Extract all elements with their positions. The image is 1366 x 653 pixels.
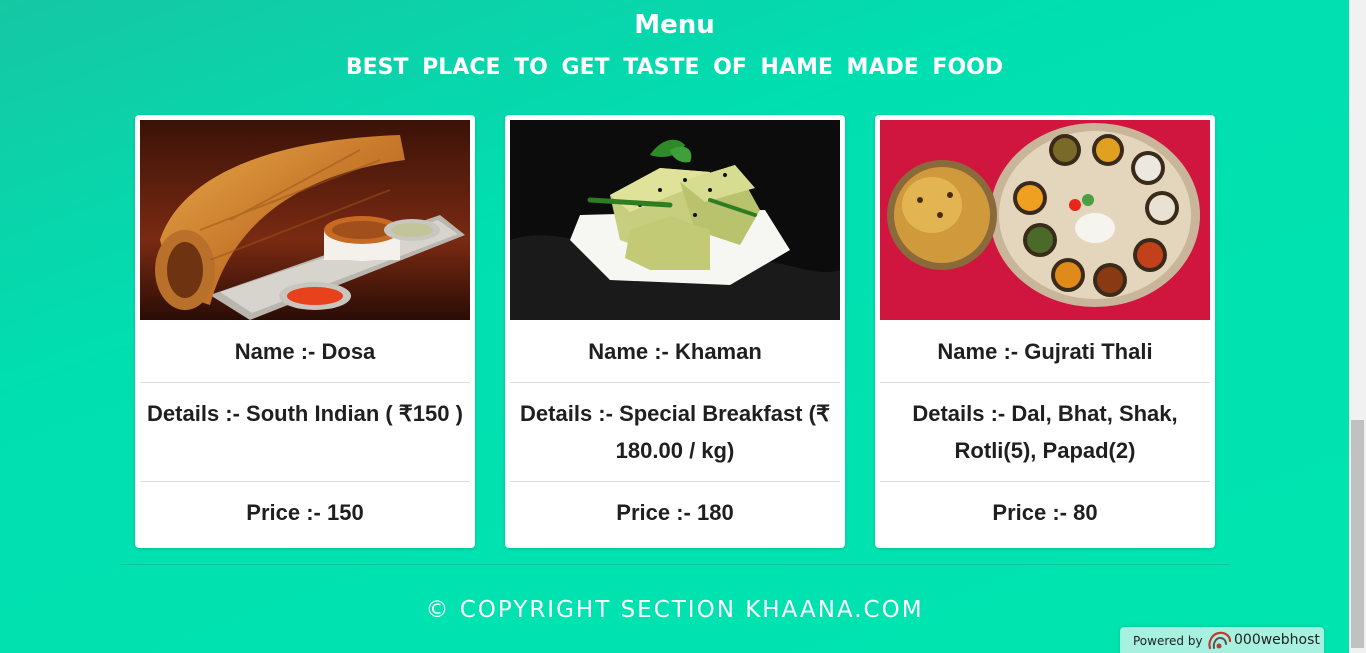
menu-card-khaman: Name :- Khaman Details :- Special Breakf… <box>505 115 845 548</box>
powered-by-badge[interactable]: Powered by 000webhost <box>1120 627 1324 653</box>
menu-cards: Name :- Dosa Details :- South Indian ( ₹… <box>135 115 1215 548</box>
dosa-photo <box>140 120 470 320</box>
divider <box>140 481 470 482</box>
divider <box>510 481 840 482</box>
item-name: Name :- Gujrati Thali <box>937 339 1153 364</box>
item-name: Name :- Dosa <box>234 339 376 364</box>
divider <box>880 382 1210 383</box>
item-price: Price :- 180 <box>616 500 734 525</box>
item-name: Name :- Khaman <box>588 339 762 364</box>
gujrati-thali-photo <box>880 120 1210 320</box>
menu-card-dosa: Name :- Dosa Details :- South Indian ( ₹… <box>135 115 475 548</box>
item-details: Details :- Dal, Bhat, Shak, Rotli(5), Pa… <box>912 401 1178 463</box>
vertical-scrollbar[interactable] <box>1349 0 1366 653</box>
webhost-brand: 000webhost <box>1234 632 1320 648</box>
page-title: Menu <box>634 10 715 40</box>
khaman-photo <box>510 120 840 320</box>
item-price: Price :- 150 <box>246 500 364 525</box>
item-price: Price :- 80 <box>992 500 1098 525</box>
divider <box>880 481 1210 482</box>
footer-divider <box>120 564 1230 565</box>
scrollbar-thumb[interactable] <box>1351 420 1364 648</box>
webhost-logo-icon <box>1206 630 1232 653</box>
divider <box>510 382 840 383</box>
footer-copyright: © COPYRIGHT SECTION KHAANA.COM <box>425 597 924 623</box>
divider <box>140 382 470 383</box>
item-details: Details :- Special Breakfast (₹ 180.00 /… <box>520 401 830 463</box>
page-subtitle: BEST PLACE TO GET TASTE OF HAME MADE FOO… <box>345 55 1004 80</box>
powered-by-label: Powered by <box>1133 634 1203 648</box>
menu-page: Menu BEST PLACE TO GET TASTE OF HAME MAD… <box>0 0 1349 653</box>
menu-card-gujrati-thali: Name :- Gujrati Thali Details :- Dal, Bh… <box>875 115 1215 548</box>
item-details: Details :- South Indian ( ₹150 ) <box>147 401 463 426</box>
